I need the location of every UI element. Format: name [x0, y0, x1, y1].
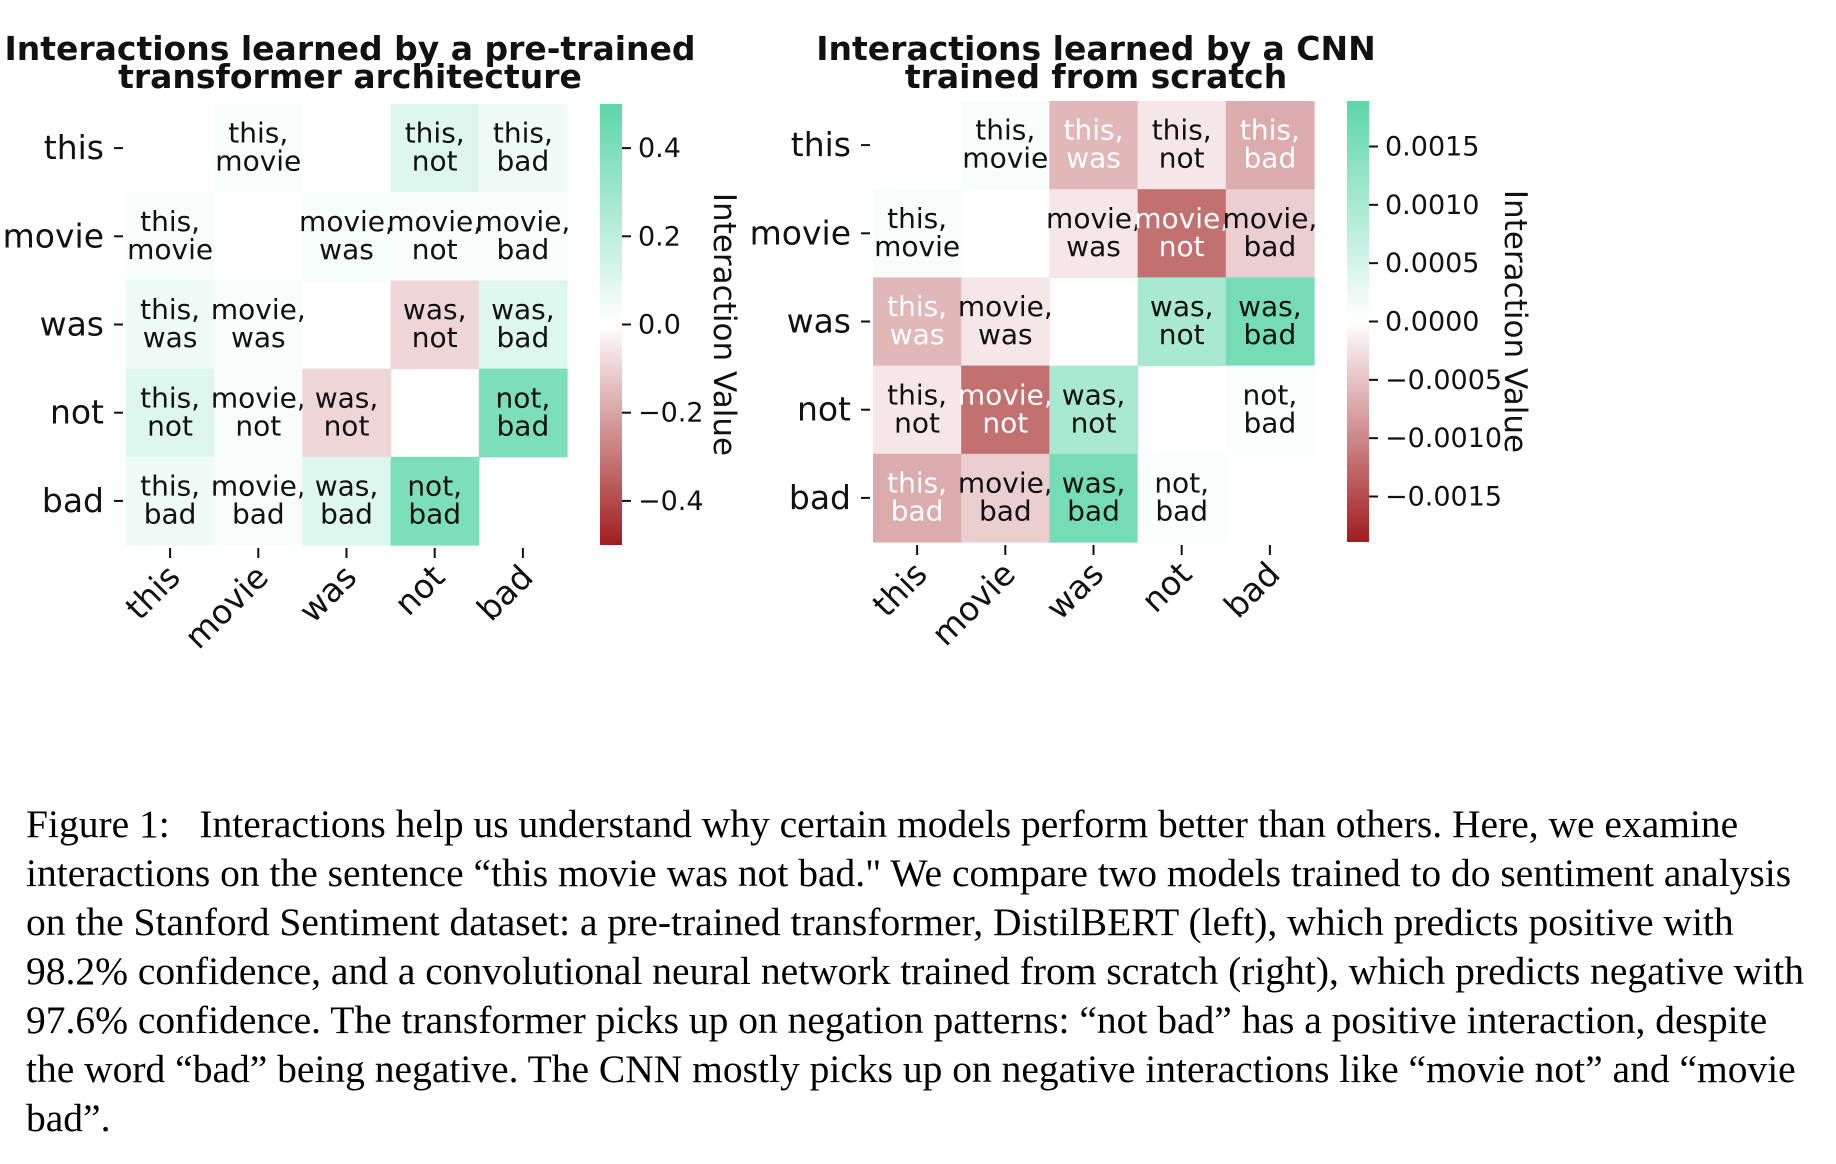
cnn-colorbar-label: Interaction Value: [1497, 190, 1533, 453]
transformer-cell-label: this, bad: [140, 470, 200, 531]
cnn-xtick-movie: movie: [924, 554, 1023, 653]
cnn-cell-label: not, bad: [1243, 378, 1298, 439]
cnn-colorbar-tick-label: −0.0005: [1385, 365, 1502, 396]
cnn-xtick-bad: bad: [1216, 554, 1288, 626]
transformer-colorbar-tick-label: −0.2: [638, 398, 704, 429]
cnn-ytick-movie: movie: [750, 213, 851, 252]
transformer-ytick-was: was: [40, 305, 104, 344]
figure-caption: Figure 1: Interactions help us understan…: [26, 802, 1804, 1140]
transformer-xtick-was: was: [291, 557, 364, 630]
cnn-cell-label: not, bad: [1154, 467, 1209, 528]
cnn-cell-label: this, bad: [1240, 114, 1300, 175]
transformer-ytick-bad: bad: [42, 481, 104, 520]
cnn-colorbar-tick-label: 0.0005: [1385, 248, 1479, 279]
transformer-heatmap-panel: Interactions learned by a pre-trainedtra…: [3, 29, 742, 656]
cnn-xtick-this: this: [865, 554, 935, 624]
cnn-cell-label: this, not: [887, 378, 947, 439]
transformer-title-line-2: transformer architecture: [118, 57, 582, 96]
cnn-cell-label: was, not: [1062, 378, 1126, 439]
transformer-cell-label: this, not: [140, 381, 200, 442]
transformer-cell-label: not, bad: [407, 470, 462, 531]
cnn-colorbar-tick-label: 0.0010: [1385, 190, 1479, 221]
transformer-xtick-bad: bad: [469, 557, 541, 629]
cnn-xtick-was: was: [1038, 554, 1111, 627]
cnn-ytick-was: was: [787, 302, 851, 341]
cnn-colorbar-tick-label: 0.0000: [1385, 307, 1479, 338]
cnn-colorbar: [1347, 101, 1369, 542]
cnn-cell-label: was, bad: [1238, 290, 1302, 351]
transformer-ytick-movie: movie: [3, 216, 104, 255]
transformer-cell-label: was, not: [315, 381, 379, 442]
cnn-heatmap-panel: Interactions learned by a CNNtrained fro…: [750, 29, 1533, 653]
cnn-xtick-not: not: [1134, 554, 1200, 620]
transformer-xtick-not: not: [387, 557, 453, 623]
transformer-cell-label: not, bad: [496, 381, 551, 442]
transformer-colorbar-label: Interaction Value: [706, 193, 742, 456]
cnn-cell-label: this, not: [1152, 114, 1212, 175]
transformer-ytick-not: not: [50, 393, 104, 432]
cnn-colorbar-tick-label: 0.0015: [1385, 132, 1479, 163]
cnn-cell-label: this, was: [1064, 114, 1124, 175]
transformer-cell-label: this, bad: [493, 117, 553, 178]
cnn-cell-label: this, bad: [887, 467, 947, 528]
cnn-ytick-this: this: [791, 125, 851, 164]
transformer-colorbar: [600, 104, 622, 545]
transformer-xtick-this: this: [118, 557, 188, 627]
cnn-colorbar-tick-label: −0.0010: [1385, 423, 1502, 454]
transformer-cell-label: was, bad: [491, 293, 555, 354]
transformer-xtick-movie: movie: [177, 557, 276, 656]
transformer-colorbar-tick-label: −0.4: [638, 486, 704, 517]
figure: Interactions learned by a pre-trainedtra…: [3, 29, 1533, 656]
transformer-colorbar-tick-label: 0.0: [638, 310, 681, 341]
transformer-cell-label: was, not: [403, 293, 467, 354]
cnn-ytick-not: not: [797, 390, 851, 429]
transformer-ytick-this: this: [44, 128, 104, 167]
cnn-cell-label: was, not: [1150, 290, 1214, 351]
cnn-cell-label: was, bad: [1062, 467, 1126, 528]
transformer-colorbar-tick-label: 0.4: [638, 133, 681, 164]
transformer-cell-label: was, bad: [315, 470, 379, 531]
transformer-cell-label: this, not: [405, 117, 465, 178]
cnn-colorbar-tick-label: −0.0015: [1385, 482, 1502, 513]
transformer-cell-label: this, was: [140, 293, 200, 354]
cnn-ytick-bad: bad: [789, 478, 851, 517]
transformer-colorbar-tick-label: 0.2: [638, 221, 681, 252]
cnn-cell-label: this, was: [887, 290, 947, 351]
cnn-title-line-2: trained from scratch: [905, 57, 1287, 96]
